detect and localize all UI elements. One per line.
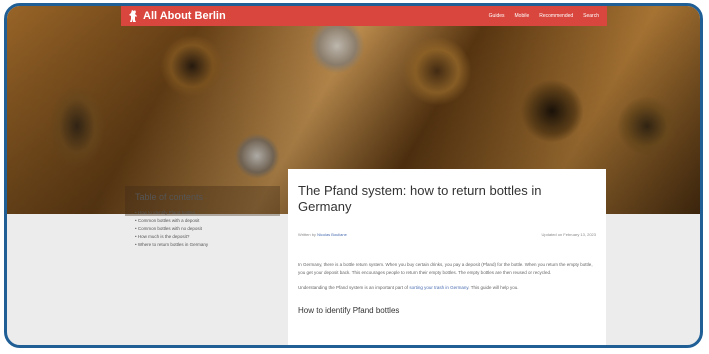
screenshot-frame: All About Berlin Guides Mobile Recommend… <box>4 3 703 348</box>
nav-links: Guides Mobile Recommended Search <box>489 13 599 19</box>
top-navbar: All About Berlin Guides Mobile Recommend… <box>121 6 607 26</box>
nav-link-mobile[interactable]: Mobile <box>515 13 530 19</box>
section-heading: How to identify Pfand bottles <box>298 306 400 316</box>
author-prefix: Written by <box>298 231 316 237</box>
updated-date: Updated on February 13, 2023 <box>541 231 596 237</box>
toc-item-identify[interactable]: How to identify Pfand bottles <box>135 210 270 215</box>
bear-logo-icon[interactable] <box>129 10 139 22</box>
author-link[interactable]: Nicolas Bouliane <box>317 232 347 237</box>
toc-item-with-deposit[interactable]: Common bottles with a deposit <box>135 218 270 223</box>
article-meta: Written by Nicolas Bouliane Updated on F… <box>298 232 596 237</box>
para2-start: Understanding the Pfand system is an imp… <box>298 284 409 290</box>
toc-title: Table of contents <box>135 192 204 202</box>
article-title: The Pfand system: how to return bottles … <box>298 183 542 215</box>
nav-link-recommended[interactable]: Recommended <box>539 13 573 19</box>
toc-list: How to identify Pfand bottles Common bot… <box>135 210 270 247</box>
second-paragraph: Understanding the Pfand system is an imp… <box>298 284 596 293</box>
site-title[interactable]: All About Berlin <box>143 10 489 22</box>
trash-guide-link[interactable]: sorting your trash in Germany <box>409 285 468 290</box>
table-of-contents: Table of contents How to identify Pfand … <box>125 186 280 286</box>
article-card: The Pfand system: how to return bottles … <box>288 169 606 345</box>
para2-end: . This guide will help you. <box>468 284 519 290</box>
toc-item-no-deposit[interactable]: Common bottles with no deposit <box>135 226 270 231</box>
nav-link-search[interactable]: Search <box>583 13 599 19</box>
nav-link-guides[interactable]: Guides <box>489 13 505 19</box>
intro-paragraph: In Germany, there is a bottle return sys… <box>298 261 593 276</box>
author-line: Written by Nicolas Bouliane <box>298 232 347 237</box>
toc-item-how-much[interactable]: How much is the deposit? <box>135 234 270 239</box>
toc-item-where-return[interactable]: Where to return bottles in Germany <box>135 242 270 247</box>
